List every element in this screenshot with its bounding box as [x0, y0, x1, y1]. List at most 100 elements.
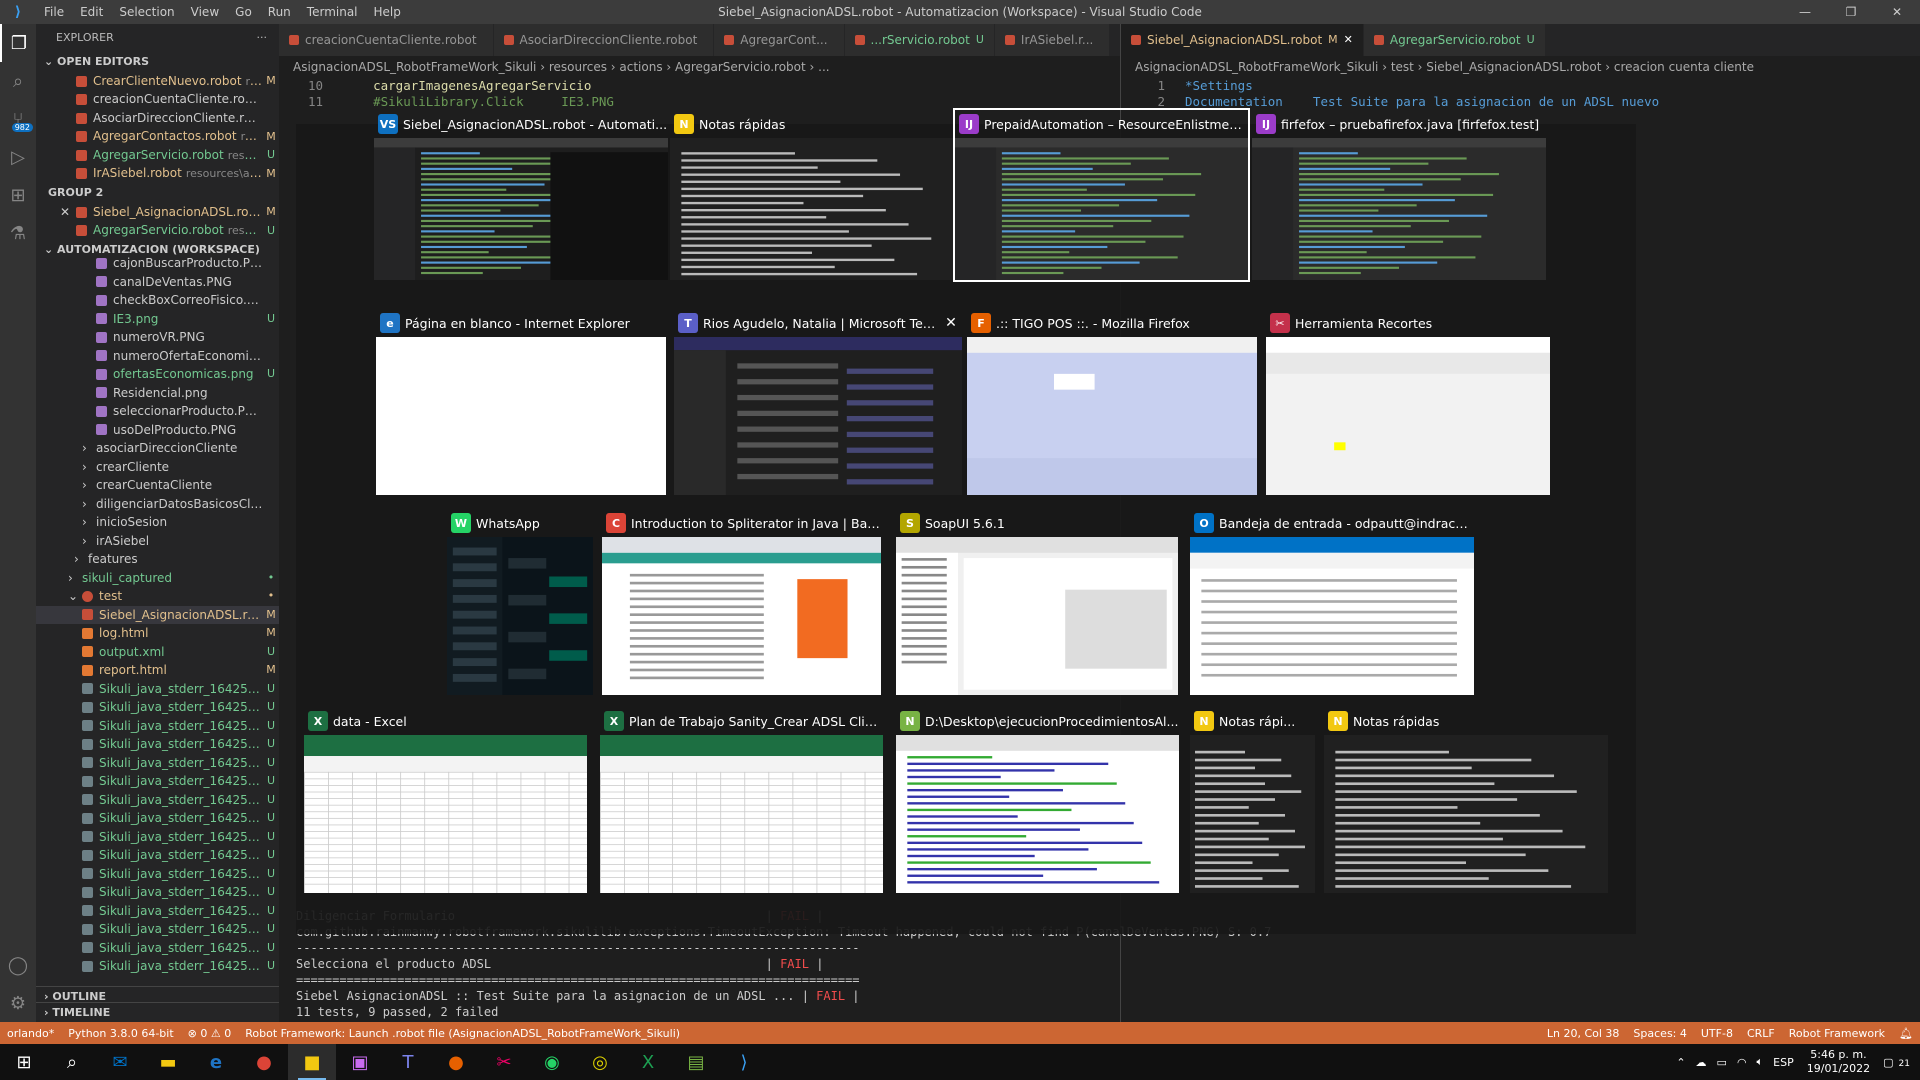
switcher-window[interactable]: N Notas rápi...: [1190, 707, 1315, 893]
file-item[interactable]: log.html M: [36, 624, 279, 643]
notification-center-icon[interactable]: ▢ 21: [1878, 1056, 1920, 1069]
vscode-taskbar-icon[interactable]: ⟩: [720, 1044, 768, 1080]
file-item[interactable]: seleccionarProducto.PNG: [36, 402, 279, 421]
whatsapp-taskbar-icon[interactable]: ◉: [528, 1044, 576, 1080]
minimize-icon[interactable]: —: [1782, 0, 1828, 24]
notifications-bell-icon[interactable]: 🔔︎: [1892, 1027, 1920, 1040]
file-item[interactable]: cajonBuscarProducto.PNG: [36, 254, 279, 273]
switcher-window[interactable]: X Plan de Trabajo Sanity_Crear ADSL Clien…: [600, 707, 883, 893]
file-item[interactable]: › sikuli_captured •: [36, 569, 279, 588]
switcher-window[interactable]: T Rios Agudelo, Natalia | Microsoft Teams…: [674, 309, 962, 495]
file-item[interactable]: › crearCliente: [36, 458, 279, 477]
editor-tab[interactable]: AgregarCont...: [714, 24, 845, 56]
status-item[interactable]: Ln 20, Col 38: [1540, 1027, 1627, 1040]
switcher-window[interactable]: O Bandeja de entrada - odpautt@indraco...: [1190, 509, 1474, 695]
switcher-window[interactable]: N D:\Desktop\ejecucionProcedimientosAl...: [896, 707, 1179, 893]
extensions-icon[interactable]: ⊞: [0, 176, 36, 214]
status-item[interactable]: Robot Framework: [1782, 1027, 1892, 1040]
ie-taskbar-icon[interactable]: e: [192, 1044, 240, 1080]
file-item[interactable]: › diligenciarDatosBasicosCliente: [36, 495, 279, 514]
file-item[interactable]: Sikuli_java_stderr_1642515361.0...U: [36, 698, 279, 717]
wifi-icon[interactable]: ◠: [1732, 1056, 1752, 1069]
notepad-taskbar-icon[interactable]: ▤: [672, 1044, 720, 1080]
tray-chevron-icon[interactable]: ⌃: [1671, 1056, 1690, 1069]
explorer-icon[interactable]: ❐: [0, 24, 36, 62]
teams-taskbar-icon[interactable]: T: [384, 1044, 432, 1080]
switcher-window[interactable]: e Página en blanco - Internet Explorer: [376, 309, 666, 495]
file-item[interactable]: IrASiebel.robotresources\actionsM: [36, 165, 279, 184]
chrome-taskbar-icon[interactable]: ●: [240, 1044, 288, 1080]
menu-item[interactable]: Run: [260, 5, 299, 19]
file-item[interactable]: canalDeVentas.PNG: [36, 273, 279, 292]
status-item[interactable]: Spaces: 4: [1626, 1027, 1693, 1040]
file-item[interactable]: Sikuli_java_stderr_1642515222.1...U: [36, 680, 279, 699]
settings-gear-icon[interactable]: ⚙: [0, 984, 36, 1022]
menu-item[interactable]: Terminal: [299, 5, 366, 19]
file-item[interactable]: usoDelProducto.PNG: [36, 421, 279, 440]
sticky-notes-taskbar-icon[interactable]: ■: [288, 1044, 336, 1080]
volume-icon[interactable]: 🔈︎: [1752, 1055, 1769, 1069]
file-item[interactable]: › asociarDireccionCliente: [36, 439, 279, 458]
code-line[interactable]: 2 Documentation Test Suite para la asigna…: [1121, 94, 1920, 110]
language-indicator[interactable]: ESP: [1768, 1056, 1799, 1069]
clock[interactable]: 5:46 p. m. 19/01/2022: [1799, 1048, 1878, 1076]
menu-item[interactable]: Go: [227, 5, 260, 19]
file-item[interactable]: › inicioSesion: [36, 513, 279, 532]
breadcrumb[interactable]: AsignacionADSL_RobotFrameWork_Sikuli › r…: [279, 56, 1120, 78]
snipping-tool-taskbar-icon[interactable]: ✂: [480, 1044, 528, 1080]
status-item[interactable]: orlando*: [0, 1027, 61, 1040]
file-item[interactable]: Sikuli_java_stderr_1642516213.2...U: [36, 828, 279, 847]
switcher-window[interactable]: N Notas rápidas: [1324, 707, 1608, 893]
file-item[interactable]: › features: [36, 550, 279, 569]
file-item[interactable]: ⌄ test •: [36, 587, 279, 606]
file-item[interactable]: Sikuli_java_stderr_1642516110.3...U: [36, 809, 279, 828]
file-item[interactable]: Sikuli_java_stderr_1642515768.9...U: [36, 754, 279, 773]
switcher-window[interactable]: IJ firfefox – pruebafirefox.java [firfefo…: [1252, 110, 1546, 280]
file-item[interactable]: report.html M: [36, 661, 279, 680]
code-line[interactable]: 1 *Settings: [1121, 78, 1920, 94]
close-editor-icon[interactable]: ✕: [60, 203, 72, 222]
menu-item[interactable]: File: [36, 5, 72, 19]
file-item[interactable]: numeroOfertaEconomica.PNG: [36, 347, 279, 366]
status-item[interactable]: Robot Framework: Launch .robot file (Asi…: [238, 1027, 687, 1040]
menu-item[interactable]: Edit: [72, 5, 111, 19]
code-line[interactable]: 10 cargarImagenesAgregarServicio: [279, 78, 1120, 94]
file-item[interactable]: Sikuli_java_stderr_1642515844.4...U: [36, 791, 279, 810]
switcher-window[interactable]: IJ PrepaidAutomation – ResourceEnlistmen.…: [953, 108, 1250, 282]
breadcrumb[interactable]: AsignacionADSL_RobotFrameWork_Sikuli › t…: [1121, 56, 1920, 78]
firefox-taskbar-icon[interactable]: ●: [432, 1044, 480, 1080]
search-icon[interactable]: ⌕: [0, 62, 36, 100]
outlook-taskbar-icon[interactable]: ✉: [96, 1044, 144, 1080]
file-item[interactable]: output.xml U: [36, 643, 279, 662]
editor-tab[interactable]: IrASiebel.r...: [994, 24, 1111, 56]
switcher-window[interactable]: VS Siebel_AsignacionADSL.robot - Automati…: [374, 110, 668, 280]
status-item[interactable]: ⊗ 0 ⚠ 0: [181, 1027, 239, 1040]
restore-icon[interactable]: ❐: [1828, 0, 1874, 24]
menu-item[interactable]: Help: [366, 5, 409, 19]
source-control-icon[interactable]: ⑂ 982: [0, 100, 36, 138]
file-item[interactable]: ofertasEconomicas.png U: [36, 365, 279, 384]
menu-item[interactable]: Selection: [111, 5, 182, 19]
close-icon[interactable]: ✕: [1874, 0, 1920, 24]
windows-start-icon[interactable]: ⊞: [0, 1044, 48, 1080]
switcher-window[interactable]: Xdata - Excel: [304, 707, 587, 893]
file-item[interactable]: Sikuli_java_stderr_1642516371.6...U: [36, 846, 279, 865]
run-debug-icon[interactable]: ▷: [0, 138, 36, 176]
file-item[interactable]: Sikuli_java_stderr_1642515820.2...U: [36, 772, 279, 791]
file-item[interactable]: Sikuli_java_stderr_1642517612.3...U: [36, 920, 279, 939]
file-item[interactable]: Sikuli_java_stderr_1642515477.7...U: [36, 717, 279, 736]
file-item[interactable]: AgregarServicio.robotresources...U: [36, 222, 279, 241]
file-item[interactable]: numeroVR.PNG: [36, 328, 279, 347]
file-item[interactable]: checkBoxCorreoFisico.PNG: [36, 291, 279, 310]
file-item[interactable]: Sikuli_java_stderr_1642517833.2...U: [36, 957, 279, 976]
file-item[interactable]: Sikuli_java_stderr_1642517558.7...U: [36, 902, 279, 921]
file-item[interactable]: › irASiebel: [36, 532, 279, 551]
editor-tab[interactable]: Siebel_AsignacionADSL.robot M ✕: [1121, 24, 1364, 56]
file-item[interactable]: › crearCuentaCliente: [36, 476, 279, 495]
switcher-window[interactable]: N Notas rápidas: [670, 110, 954, 280]
status-item[interactable]: Python 3.8.0 64-bit: [61, 1027, 180, 1040]
taskbar-search-icon[interactable]: ⌕: [48, 1044, 96, 1080]
intellij-taskbar-icon[interactable]: ▣: [336, 1044, 384, 1080]
switcher-window[interactable]: ✂ Herramienta Recortes: [1266, 309, 1550, 495]
more-actions-icon[interactable]: ···: [257, 24, 268, 52]
